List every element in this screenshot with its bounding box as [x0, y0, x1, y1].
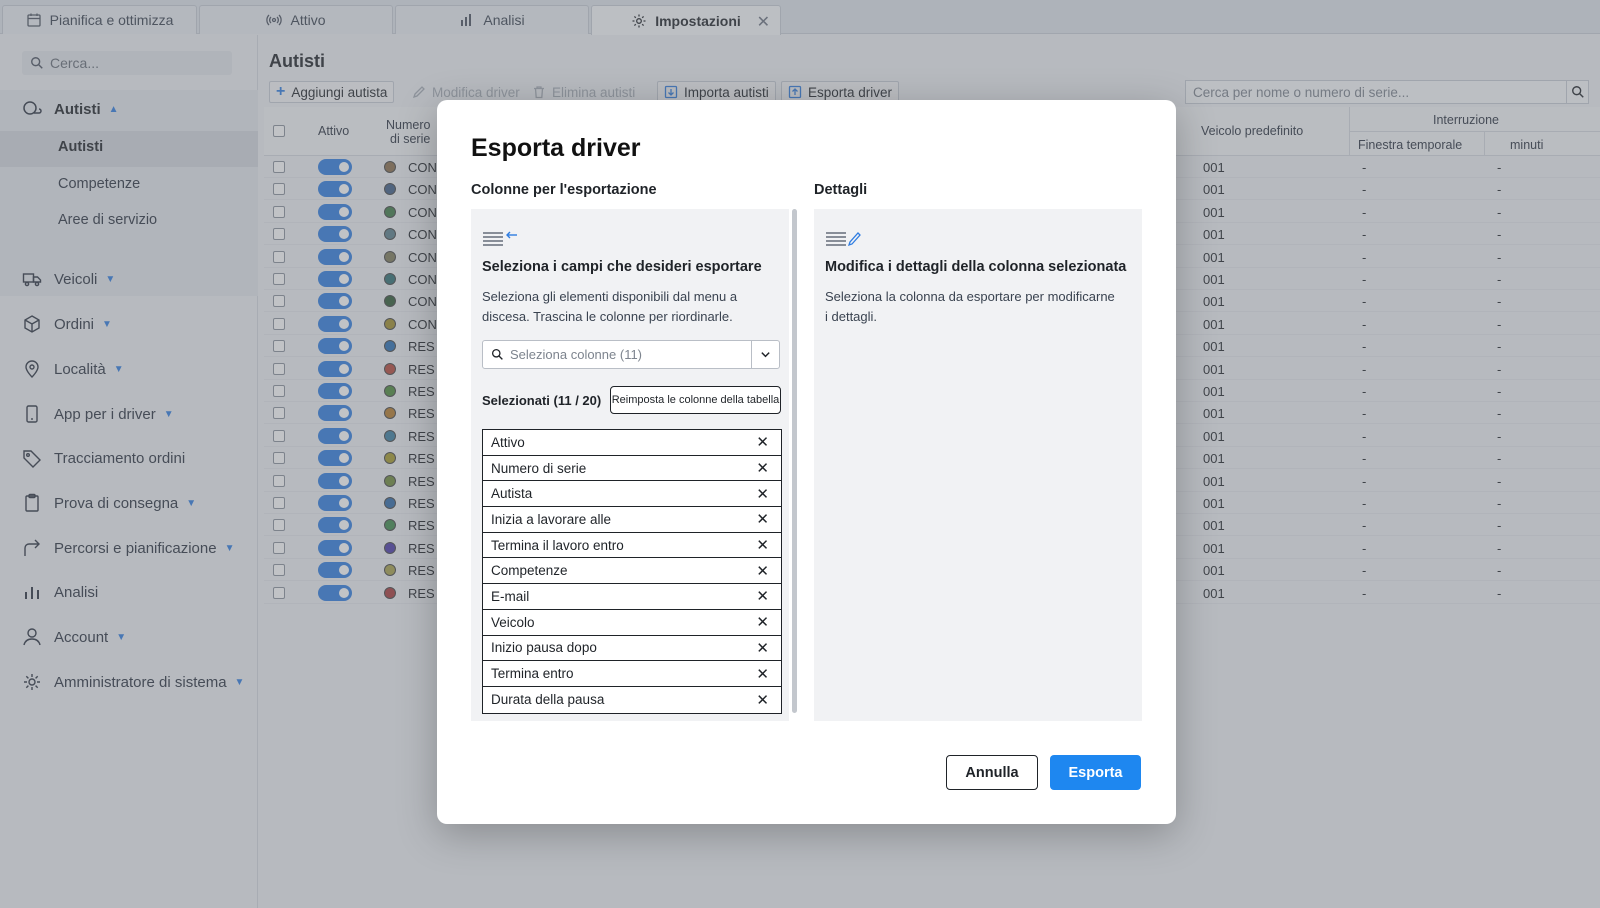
- edit-details-title: Modifica i dettagli della colonna selezi…: [825, 259, 1127, 275]
- selected-column-chip[interactable]: E-mail ✕: [483, 584, 781, 610]
- selected-column-chip[interactable]: Inizio pausa dopo ✕: [483, 636, 781, 662]
- selected-column-chip[interactable]: Inizia a lavorare alle ✕: [483, 507, 781, 533]
- list-arrow-icon: [483, 231, 517, 246]
- selected-column-chip[interactable]: Competenze ✕: [483, 558, 781, 585]
- column-select-dropdown[interactable]: Seleziona colonne (11): [482, 340, 780, 369]
- column-name: Durata della pausa: [491, 692, 605, 708]
- column-name: Inizia a lavorare alle: [491, 511, 612, 527]
- selected-count: Selezionati (11 / 20): [482, 393, 602, 408]
- column-name: Competenze: [491, 563, 568, 579]
- selected-columns-list: Attivo ✕ Numero di serie ✕ Autista ✕ Inizia a …: [482, 429, 782, 714]
- column-select-placeholder: Seleziona colonne (11): [510, 347, 643, 362]
- remove-icon[interactable]: ✕: [756, 587, 769, 605]
- selected-column-chip[interactable]: Termina entro ✕: [483, 661, 781, 687]
- export-button[interactable]: Esporta: [1050, 755, 1141, 790]
- select-fields-description: Seleziona gli elementi disponibili dal m…: [482, 289, 738, 324]
- remove-icon[interactable]: ✕: [756, 485, 769, 503]
- list-edit-icon: [826, 232, 861, 247]
- selected-column-chip[interactable]: Termina il lavoro entro ✕: [483, 533, 781, 559]
- selected-column-chip[interactable]: Veicolo ✕: [483, 610, 781, 636]
- column-name: Termina entro: [491, 666, 574, 682]
- remove-icon[interactable]: ✕: [756, 562, 769, 580]
- export-columns-label: Colonne per l'esportazione: [471, 182, 657, 198]
- column-name: Inizio pausa dopo: [491, 640, 597, 656]
- column-name: Termina il lavoro entro: [491, 537, 624, 553]
- chevron-down-icon[interactable]: [751, 341, 779, 368]
- dialog-title: Esporta driver: [471, 134, 641, 162]
- remove-icon[interactable]: ✕: [756, 613, 769, 631]
- column-name: Autista: [491, 486, 533, 502]
- details-label: Dettagli: [814, 182, 868, 198]
- remove-icon[interactable]: ✕: [756, 665, 769, 683]
- selected-column-chip[interactable]: Autista ✕: [483, 481, 781, 508]
- export-columns-panel: Seleziona i campi che desideri esportare…: [471, 209, 789, 721]
- column-name: Attivo: [491, 434, 525, 450]
- remove-icon[interactable]: ✕: [756, 639, 769, 657]
- selected-column-chip[interactable]: Durata della pausa ✕: [483, 687, 781, 713]
- search-icon: [491, 348, 503, 360]
- column-name: Veicolo: [491, 614, 535, 630]
- selected-column-chip[interactable]: Numero di serie ✕: [483, 456, 781, 482]
- remove-icon[interactable]: ✕: [756, 459, 769, 477]
- remove-icon[interactable]: ✕: [756, 510, 769, 528]
- export-drivers-dialog: Esporta driver Colonne per l'esportazion…: [437, 100, 1176, 824]
- column-name: E-mail: [491, 588, 530, 604]
- reset-columns-button[interactable]: Reimposta le colonne della tabella: [610, 386, 781, 414]
- details-panel: Modifica i dettagli della colonna selezi…: [814, 209, 1142, 721]
- scrollbar[interactable]: [792, 209, 797, 713]
- column-name: Numero di serie: [491, 460, 587, 476]
- remove-icon[interactable]: ✕: [756, 536, 769, 554]
- remove-icon[interactable]: ✕: [756, 691, 769, 709]
- cancel-button[interactable]: Annulla: [946, 755, 1038, 790]
- edit-details-description: Seleziona la colonna da esportare per mo…: [825, 289, 1115, 324]
- selected-column-chip[interactable]: Attivo ✕: [483, 430, 781, 456]
- remove-icon[interactable]: ✕: [756, 433, 769, 451]
- select-fields-title: Seleziona i campi che desideri esportare: [482, 259, 762, 275]
